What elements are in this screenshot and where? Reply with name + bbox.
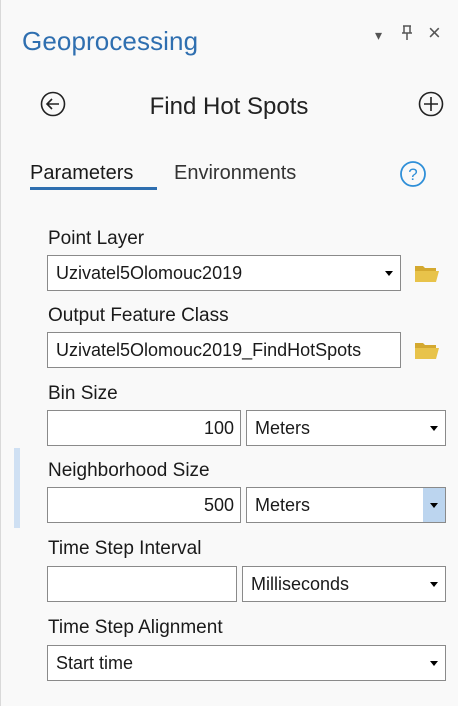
time-step-interval-unit-value: Milliseconds <box>251 574 350 594</box>
time-step-interval-input[interactable] <box>47 566 237 602</box>
chevron-down-icon <box>430 503 438 508</box>
chevron-down-icon <box>430 582 438 587</box>
time-step-alignment-value: Start time <box>56 653 134 673</box>
point-layer-value: Uzivatel5Olomouc2019 <box>56 263 243 283</box>
output-feature-class-value: Uzivatel5Olomouc2019_FindHotSpots <box>56 340 362 360</box>
point-layer-dropdown[interactable]: Uzivatel5Olomouc2019 <box>47 255 401 291</box>
folder-svg <box>415 266 439 282</box>
folder-svg <box>415 343 439 359</box>
tab-environments[interactable]: Environments <box>174 161 296 185</box>
chevron-down-icon <box>430 426 438 431</box>
add-circle-icon[interactable] <box>418 91 444 117</box>
time-step-interval-label: Time Step Interval <box>48 538 202 559</box>
neighborhood-size-unit-dropdown[interactable]: Meters <box>246 487 446 523</box>
time-step-interval-unit-dropdown[interactable]: Milliseconds <box>242 566 446 602</box>
selected-parameter-bar <box>14 448 20 528</box>
bin-size-unit-dropdown[interactable]: Meters <box>246 410 446 446</box>
folder-icon[interactable] <box>414 339 440 361</box>
close-icon[interactable]: × <box>428 22 441 44</box>
help-glyph: ? <box>408 165 417 184</box>
chevron-down-icon <box>430 661 438 666</box>
tool-title: Find Hot Spots <box>149 93 309 120</box>
output-feature-class-label: Output Feature Class <box>48 305 229 326</box>
pin-icon[interactable] <box>400 24 414 45</box>
neighborhood-size-input[interactable]: 500 <box>47 487 241 523</box>
bin-size-unit-value: Meters <box>255 418 311 438</box>
help-svg: ? <box>400 161 426 187</box>
point-layer-label: Point Layer <box>48 228 145 249</box>
time-step-alignment-dropdown[interactable]: Start time <box>47 645 446 681</box>
neighborhood-size-label: Neighborhood Size <box>48 460 210 481</box>
bin-size-label: Bin Size <box>48 383 118 404</box>
folder-icon[interactable] <box>414 262 440 284</box>
neighborhood-size-unit-value: Meters <box>255 495 311 515</box>
pane-title: Geoprocessing <box>22 26 199 56</box>
tab-parameters[interactable]: Parameters <box>30 161 133 185</box>
chevron-down-icon <box>385 271 393 276</box>
time-step-alignment-label: Time Step Alignment <box>48 617 223 638</box>
tab-active-indicator <box>30 187 157 190</box>
pin-icon-svg <box>402 25 412 40</box>
pane-menu-dropdown-icon[interactable]: ▾ <box>375 28 382 42</box>
question-circle-icon[interactable]: ? <box>399 160 427 188</box>
geoprocessing-pane: Geoprocessing ▾ × Find Hot Spots Paramet… <box>0 0 458 706</box>
output-feature-class-input[interactable]: Uzivatel5Olomouc2019_FindHotSpots <box>47 332 401 368</box>
bin-size-input[interactable]: 100 <box>47 410 241 446</box>
add-circle-svg <box>418 91 444 117</box>
